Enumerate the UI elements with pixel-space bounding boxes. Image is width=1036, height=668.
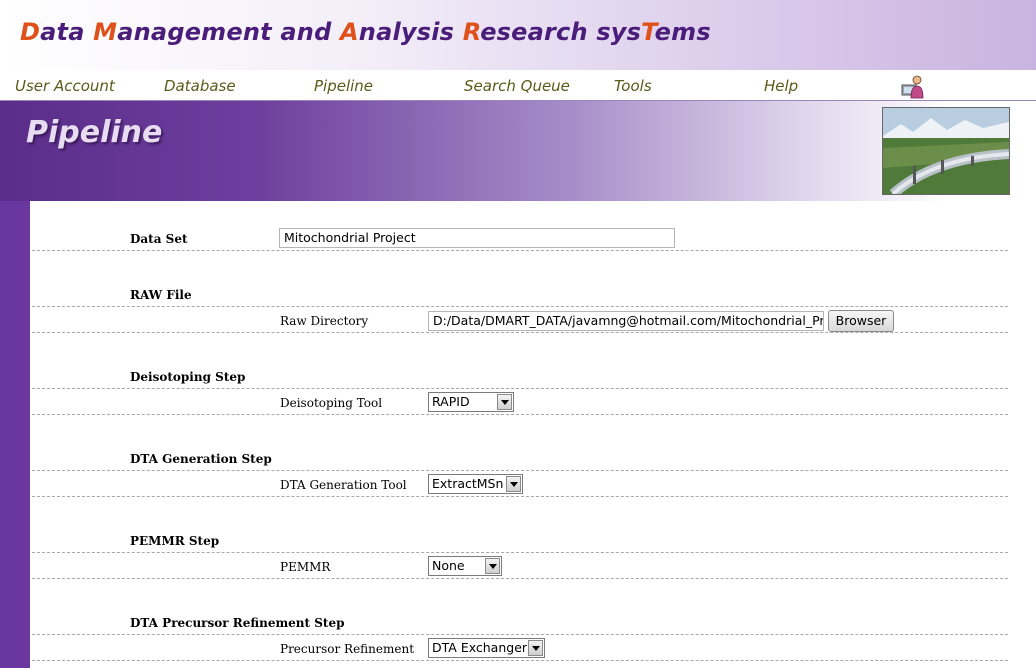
user-icon[interactable] xyxy=(900,73,926,99)
divider xyxy=(32,578,1008,579)
divider xyxy=(32,634,1008,635)
page-banner: Pipeline xyxy=(0,101,1036,201)
divider xyxy=(32,332,1008,333)
pemmr-section-label: PEMMR Step xyxy=(130,534,220,548)
deisotoping-tool-select[interactable]: RAPID xyxy=(428,392,514,412)
deisotoping-tool-label: Deisotoping Tool xyxy=(280,396,383,410)
dta-generation-section-label: DTA Generation Step xyxy=(130,452,272,466)
deisotoping-section-label: Deisotoping Step xyxy=(130,370,246,384)
precursor-refinement-value: DTA Exchanger xyxy=(432,640,528,655)
divider xyxy=(32,388,1008,389)
dta-generation-tool-value: ExtractMSn xyxy=(432,476,504,491)
app-title: Data Management and Analysis Research sy… xyxy=(20,18,711,46)
deisotoping-tool-value: RAPID xyxy=(432,394,470,409)
nav-help[interactable]: Help xyxy=(764,77,798,95)
raw-file-section-label: RAW File xyxy=(130,288,192,302)
divider xyxy=(32,552,1008,553)
title-text-segment: ata xyxy=(40,18,94,46)
divider xyxy=(32,306,1008,307)
pipeline-photo xyxy=(882,107,1010,195)
divider xyxy=(32,414,1008,415)
dta-generation-tool-label: DTA Generation Tool xyxy=(280,478,407,492)
raw-directory-input[interactable]: D:/Data/DMART_DATA/javamng@hotmail.com/M… xyxy=(428,311,824,331)
nav-user-account[interactable]: User Account xyxy=(15,77,115,95)
divider xyxy=(32,250,1008,251)
pipeline-form xyxy=(30,201,1036,668)
nav-search-queue[interactable]: Search Queue xyxy=(464,77,570,95)
title-capital-letter: D xyxy=(20,18,41,46)
left-sidebar-strip xyxy=(0,201,30,668)
data-set-input[interactable]: Mitochondrial Project xyxy=(279,228,675,248)
title-text-segment: esearch sys xyxy=(480,18,642,46)
main-nav: User Account Database Pipeline Search Qu… xyxy=(0,70,1036,101)
app-header: Data Management and Analysis Research sy… xyxy=(0,0,1036,70)
pemmr-value: None xyxy=(432,558,465,573)
divider xyxy=(32,660,1008,661)
title-capital-letter: R xyxy=(462,18,481,46)
title-text-segment: nalysis xyxy=(358,18,463,46)
nav-pipeline[interactable]: Pipeline xyxy=(314,77,373,95)
pemmr-label: PEMMR xyxy=(280,560,331,574)
chevron-down-icon[interactable] xyxy=(497,394,512,410)
data-set-label: Data Set xyxy=(130,232,188,246)
precursor-section-label: DTA Precursor Refinement Step xyxy=(130,616,345,630)
dta-generation-tool-select[interactable]: ExtractMSn xyxy=(428,474,523,494)
title-text-segment: ems xyxy=(654,18,711,46)
chevron-down-icon[interactable] xyxy=(506,476,521,492)
chevron-down-icon[interactable] xyxy=(485,558,500,574)
nav-database[interactable]: Database xyxy=(164,77,236,95)
browse-button[interactable]: Browser xyxy=(828,310,894,332)
page-title: Pipeline xyxy=(26,115,163,150)
divider xyxy=(32,496,1008,497)
title-capital-letter: A xyxy=(340,18,359,46)
raw-directory-label: Raw Directory xyxy=(280,314,369,328)
title-text-segment: anagement and xyxy=(117,18,340,46)
pemmr-select[interactable]: None xyxy=(428,556,502,576)
title-capital-letter: T xyxy=(641,18,655,46)
chevron-down-icon[interactable] xyxy=(528,640,543,656)
divider xyxy=(32,470,1008,471)
title-capital-letter: M xyxy=(93,18,118,46)
precursor-refinement-select[interactable]: DTA Exchanger xyxy=(428,638,545,658)
precursor-refinement-label: Precursor Refinement xyxy=(280,642,415,656)
nav-tools[interactable]: Tools xyxy=(614,77,652,95)
